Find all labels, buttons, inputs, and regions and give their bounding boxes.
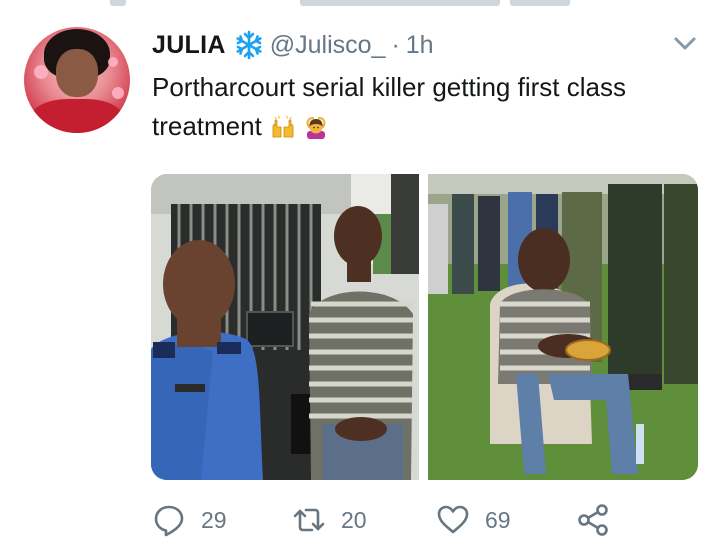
- reply-button[interactable]: 29: [152, 496, 227, 544]
- media-photo-left[interactable]: [151, 174, 419, 480]
- police-officer-and-suspect-photo: [151, 174, 419, 480]
- like-count: 69: [485, 506, 511, 533]
- retweet-count: 20: [341, 506, 367, 533]
- avatar-heart-sticker: [34, 65, 48, 79]
- retweet-icon: [293, 508, 325, 532]
- media-photo-right[interactable]: [428, 174, 698, 480]
- raising-hands-icon: [272, 116, 294, 138]
- author-display-name[interactable]: JULIA: [152, 31, 226, 60]
- author-avatar[interactable]: [24, 27, 130, 133]
- avatar-heart-sticker: [112, 87, 124, 99]
- previous-tweet-remnant: [0, 0, 720, 10]
- reply-count: 29: [201, 506, 227, 533]
- woman-gesturing-ok-icon: [306, 116, 326, 139]
- header-separator: ·: [391, 30, 400, 59]
- tweet-media-grid[interactable]: [151, 174, 698, 480]
- share-button[interactable]: [576, 496, 610, 544]
- tweet-action-bar: 29 20 69: [152, 496, 672, 544]
- tweet-body: Portharcourt serial killer getting first…: [152, 68, 672, 146]
- snowflake-icon: [236, 30, 262, 60]
- avatar-shirt: [30, 99, 124, 133]
- avatar-face: [56, 49, 98, 97]
- tweet-text: Portharcourt serial killer getting first…: [152, 72, 626, 141]
- tweet-timestamp[interactable]: 1h: [406, 31, 434, 60]
- tweet-card[interactable]: JULIA @Julisco_ · 1h Portharcourt serial…: [0, 0, 720, 548]
- retweet-button[interactable]: 20: [292, 496, 367, 544]
- reply-icon: [154, 505, 184, 537]
- author-handle[interactable]: @Julisco_: [270, 31, 386, 60]
- avatar-heart-sticker: [108, 57, 118, 67]
- chevron-down-icon[interactable]: [670, 33, 700, 55]
- suspect-eating-on-chair-photo: [428, 174, 698, 480]
- heart-icon: [437, 505, 469, 534]
- like-button[interactable]: 69: [436, 496, 511, 544]
- tweet-header: JULIA @Julisco_ · 1h: [152, 28, 434, 62]
- share-icon: [578, 504, 608, 536]
